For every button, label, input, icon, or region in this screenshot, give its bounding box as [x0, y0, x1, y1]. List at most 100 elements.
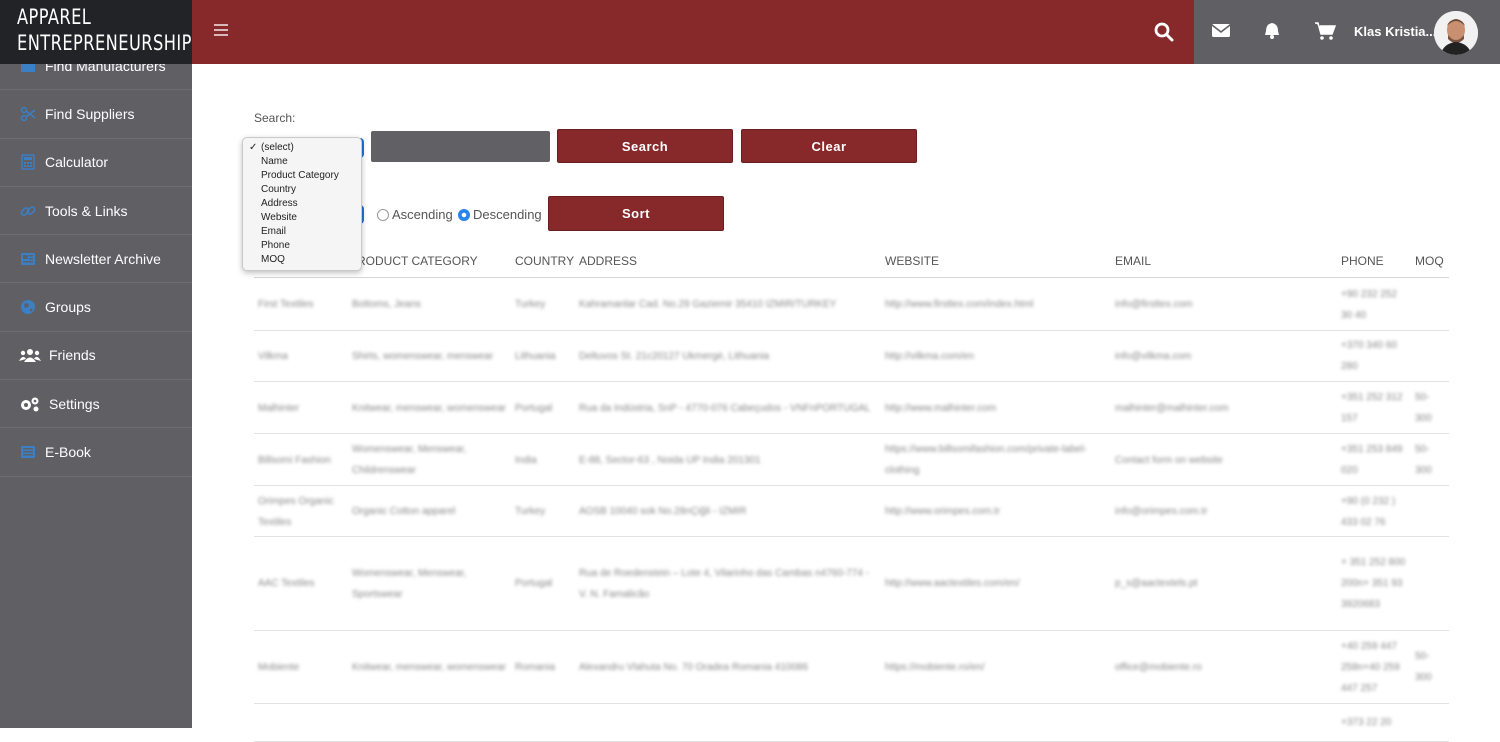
search-label: Search: — [254, 111, 296, 125]
table-header-divider — [254, 277, 1449, 278]
sidebar-item-label: Groups — [45, 299, 91, 316]
newspaper-icon — [19, 250, 37, 268]
table-cell-country: Turkey — [515, 506, 546, 517]
search-button[interactable]: Search — [557, 129, 733, 163]
envelope-icon[interactable] — [1211, 22, 1231, 43]
table-cell-name: Billsomi Fashion — [258, 454, 331, 466]
sidebar-item-ebook[interactable]: E-Book — [0, 428, 192, 477]
row-divider — [254, 630, 1449, 631]
table-cell-moq: 50-300 — [1415, 651, 1432, 683]
sidebar-item-tools-links[interactable]: Tools & Links — [0, 187, 192, 236]
column-header-moq[interactable]: MOQ — [1415, 254, 1444, 268]
column-header-phone[interactable]: PHONE — [1341, 254, 1384, 268]
cart-icon[interactable] — [1314, 22, 1337, 45]
sidebar-item-settings[interactable]: Settings — [0, 380, 192, 429]
table-cell-website[interactable] — [885, 705, 1110, 740]
dropdown-option[interactable]: Website — [243, 211, 361, 225]
table-cell-email — [1115, 705, 1335, 740]
table-cell-address: Kahramanlar Cad. No.29 Gaziemir 35410 IZ… — [579, 299, 837, 310]
table-cell-website[interactable]: http://www.orimpes.com.tr — [885, 488, 1110, 535]
dropdown-option[interactable]: Name — [243, 155, 361, 169]
search-icon[interactable] — [1154, 22, 1174, 47]
table-cell-category: Organic Cotton apparel — [352, 506, 456, 517]
table-cell-moq — [1415, 332, 1445, 380]
radio-circle-selected — [458, 208, 470, 221]
table-cell-country: Turkey — [515, 299, 546, 310]
table-cell-website[interactable]: http://www.firsttex.com/index.html — [885, 280, 1110, 329]
table-cell-name: Malhinter — [258, 402, 300, 414]
clear-button[interactable]: Clear — [741, 129, 917, 163]
calculator-icon — [19, 153, 37, 171]
dropdown-option[interactable]: ✓ (select) — [243, 141, 361, 155]
table-cell-moq — [1415, 538, 1445, 629]
dropdown-option[interactable]: Country — [243, 183, 361, 197]
dropdown-option[interactable]: Address — [243, 197, 361, 211]
radio-ascending[interactable]: Ascending — [377, 207, 453, 222]
sidebar-item-groups[interactable]: Groups — [0, 283, 192, 332]
table-cell-moq — [1415, 488, 1445, 535]
table-cell-phone: +370 340 60 280 — [1341, 340, 1397, 372]
row-divider — [254, 536, 1449, 537]
table-cell-phone: +40 259 447 258n+40 259 447 257 — [1341, 640, 1400, 694]
table-cell-category: Womenswear, Menswear, Sportswear — [352, 567, 467, 600]
dropdown-option[interactable]: Phone — [243, 239, 361, 253]
sidebar: Find Manufacturers Find Suppliers Calcul… — [0, 0, 192, 728]
book-icon — [19, 443, 37, 461]
sidebar-item-label: Newsletter Archive — [45, 250, 161, 267]
dropdown-option[interactable]: Email — [243, 225, 361, 239]
row-divider — [254, 703, 1449, 704]
dropdown-option[interactable]: Product Category — [243, 169, 361, 183]
table-cell-name: Mobiente — [258, 661, 300, 673]
table-cell-email: Contact form on website — [1115, 454, 1223, 466]
gears-icon — [19, 395, 41, 413]
table-cell-phone: + 351 252 800 200n+ 351 93 3920683 — [1341, 557, 1406, 610]
table-cell-website[interactable]: https://www.billsomifashion.com/private-… — [885, 436, 1110, 484]
table-cell-country — [515, 705, 573, 740]
table-cell-email: info@orimpes.com.tr — [1115, 506, 1208, 517]
table-cell-name: Orimpes Organic Textiles — [258, 495, 334, 528]
column-header-website[interactable]: WEBSITE — [885, 254, 939, 268]
dropdown-option[interactable]: MOQ — [243, 253, 361, 267]
sidebar-nav: Find Manufacturers Find Suppliers Calcul… — [0, 42, 192, 477]
table-cell-phone: +351 252 312 157 — [1341, 392, 1403, 424]
sidebar-item-find-suppliers[interactable]: Find Suppliers — [0, 90, 192, 139]
column-header-email[interactable]: EMAIL — [1115, 254, 1151, 268]
hamburger-menu-icon[interactable] — [214, 24, 228, 38]
radio-descending[interactable]: Descending — [458, 207, 542, 222]
table-cell-address: Rua da Indústria, SnP - 4770-076 Cabeçud… — [579, 402, 871, 414]
avatar[interactable] — [1434, 11, 1478, 55]
row-divider — [254, 330, 1449, 331]
table-cell-email: info@vilkma.com — [1115, 350, 1192, 362]
radio-ascending-label: Ascending — [392, 207, 453, 222]
brand-logo[interactable]: APPAREL ENTREPRENEURSHIP — [0, 0, 192, 64]
table-cell-category: Womenswear, Menswear, Childrenswear — [352, 444, 467, 476]
column-header-country[interactable]: COUNTRY — [515, 254, 574, 268]
sort-button[interactable]: Sort — [548, 196, 724, 231]
users-icon — [19, 346, 41, 364]
radio-circle — [377, 208, 389, 221]
table-cell-website[interactable]: http://www.malhinter.com — [885, 384, 1110, 432]
table-cell-website[interactable]: https://mobiente.ro/en/ — [885, 632, 1110, 702]
link-icon — [19, 202, 37, 220]
table-cell-website[interactable]: http://vilkma.com/en — [885, 332, 1110, 380]
column-header-product-category[interactable]: RODUCT CATEGORY — [357, 254, 478, 268]
sidebar-item-calculator[interactable]: Calculator — [0, 139, 192, 187]
table-cell-category: Knitwear, menswear, womenswear — [352, 661, 506, 673]
sidebar-item-newsletter-archive[interactable]: Newsletter Archive — [0, 235, 192, 284]
brand-line-2: ENTREPRENEURSHIP — [17, 31, 192, 55]
search-input[interactable] — [371, 131, 550, 162]
table-cell-phone: +90 (0 232 ) 433 02 76 — [1341, 495, 1396, 528]
table-cell-email: info@firsttex.com — [1115, 299, 1193, 310]
table-cell-phone: +373 22 20 — [1341, 717, 1392, 728]
table-cell-address: Deltuvos St. 21c20127 Ukmergė, Lithuania — [579, 350, 770, 362]
bell-icon[interactable] — [1263, 22, 1281, 45]
sidebar-item-label: Friends — [49, 347, 96, 364]
column-header-address[interactable]: ADDRESS — [579, 254, 637, 268]
table-cell-moq: 50-300 — [1415, 444, 1432, 476]
table-cell-website[interactable]: http://www.aactextiles.com/en/ — [885, 538, 1110, 629]
table-cell-moq: 50-300 — [1415, 392, 1432, 424]
username[interactable]: Klas Kristia... — [1354, 24, 1436, 39]
sidebar-item-friends[interactable]: Friends — [0, 332, 192, 381]
table-cell-phone: +90 232 252 30 40 — [1341, 288, 1397, 321]
radio-descending-label: Descending — [473, 207, 542, 222]
